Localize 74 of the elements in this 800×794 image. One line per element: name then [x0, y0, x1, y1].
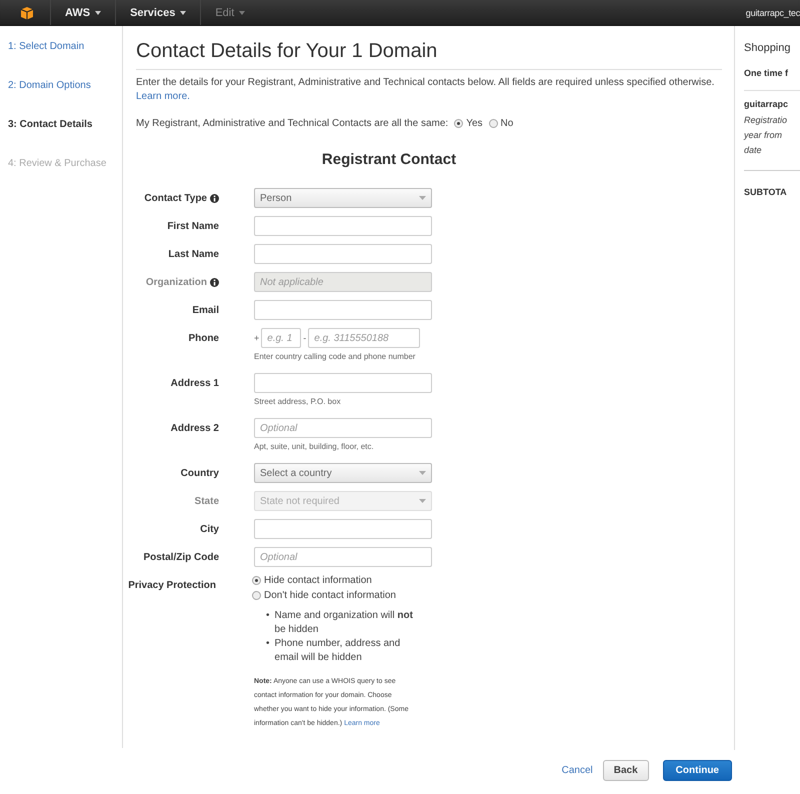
radio-button[interactable]: [252, 576, 261, 585]
radio-button[interactable]: [454, 119, 464, 128]
step-link: 4: Review & Purchase: [8, 157, 108, 171]
field-label: Phone: [188, 332, 219, 344]
subtotal-label: SUBTOTA: [744, 187, 788, 197]
field-label: Privacy Protection: [128, 580, 216, 590]
caret-icon: [180, 10, 186, 14]
radio-button[interactable]: [488, 119, 498, 128]
field-label: Address 1: [170, 378, 219, 388]
input-field[interactable]: [254, 373, 432, 393]
dash-sign: -: [303, 333, 306, 343]
fee-heading: One time f: [744, 68, 800, 91]
cancel-link[interactable]: Cancel: [562, 765, 593, 776]
user-menu[interactable]: guitarrapc_tec: [746, 8, 800, 18]
caret-icon: [419, 471, 426, 475]
input-field[interactable]: e.g. 1: [261, 328, 302, 348]
domain-name: guitarrapc: [744, 99, 790, 109]
input-field[interactable]: [254, 216, 432, 236]
continue-button[interactable]: Continue: [662, 760, 732, 781]
field-label: Email: [192, 304, 219, 316]
step-link[interactable]: 1: Select Domain: [8, 40, 122, 54]
bullet-marker: •: [266, 637, 270, 651]
dropdown[interactable]: Select a country: [254, 463, 432, 483]
bullet-item: Phone number, address and email will be hidden: [274, 637, 402, 665]
field-label: Organization: [146, 276, 207, 288]
dropdown[interactable]: Person: [254, 188, 432, 208]
hint-text: Enter country calling code and phone number: [254, 352, 416, 361]
input-field[interactable]: e.g. 3115550188: [308, 328, 420, 348]
intro-text: Enter the details for your Registrant, Administrative and Technical contacts below. All fields are required unless specified otherwise. Learn more.: [136, 76, 716, 104]
menu-button[interactable]: Services: [115, 0, 200, 25]
radio-label: Hide contact information: [264, 575, 372, 586]
step-link[interactable]: 3: Contact Details: [8, 118, 122, 132]
radio-label: Yes: [466, 118, 483, 129]
menu-button[interactable]: AWS: [50, 0, 116, 25]
input-field[interactable]: [254, 519, 432, 539]
plus-sign: +: [254, 333, 260, 343]
caret-icon: [419, 499, 426, 503]
input-field[interactable]: Optional: [254, 547, 432, 567]
bullet-marker: •: [266, 609, 270, 623]
hint-text: Apt, suite, unit, building, floor, etc.: [254, 442, 375, 451]
radio-label: Don't hide contact information: [264, 590, 396, 601]
page-title: Contact Details for Your 1 Domain: [136, 40, 722, 70]
caret-icon: [95, 10, 102, 14]
radio-button[interactable]: [252, 591, 261, 600]
info-icon: [210, 194, 219, 202]
hint-text: Street address, P.O. box: [254, 397, 342, 406]
field-label: Country: [180, 468, 219, 478]
form-title: Registrant Contact: [320, 151, 458, 168]
description-line: year from: [744, 129, 784, 142]
bullet-item: Name and organization will not be hidden: [274, 609, 414, 637]
input-field[interactable]: [254, 300, 432, 320]
description-line: Registratio: [744, 114, 788, 127]
input-field[interactable]: [254, 244, 432, 264]
caret-icon: [419, 196, 426, 200]
input-field: Not applicable: [254, 272, 432, 292]
caret-icon: [239, 10, 246, 14]
field-label: City: [200, 524, 219, 534]
field-label: Address 2: [170, 422, 219, 434]
info-icon: [210, 278, 219, 286]
same-contacts-label: My Registrant, Administrative and Technical Contacts are all the same:: [136, 118, 448, 129]
field-label: First Name: [167, 220, 219, 232]
field-label: Last Name: [168, 248, 219, 260]
cart-title: Shopping: [744, 42, 792, 54]
description-line: date: [744, 144, 763, 157]
back-button[interactable]: Back: [602, 760, 649, 781]
learn-more-link[interactable]: Learn more.: [136, 91, 190, 102]
dropdown: State not required: [254, 491, 432, 511]
step-link[interactable]: 2: Domain Options: [8, 79, 122, 93]
cube-icon: [20, 6, 34, 20]
radio-label: No: [500, 118, 514, 129]
field-label: Contact Type: [144, 192, 207, 204]
field-label: Postal/Zip Code: [143, 552, 219, 562]
field-label: State: [194, 496, 219, 506]
input-field[interactable]: Optional: [254, 418, 432, 438]
